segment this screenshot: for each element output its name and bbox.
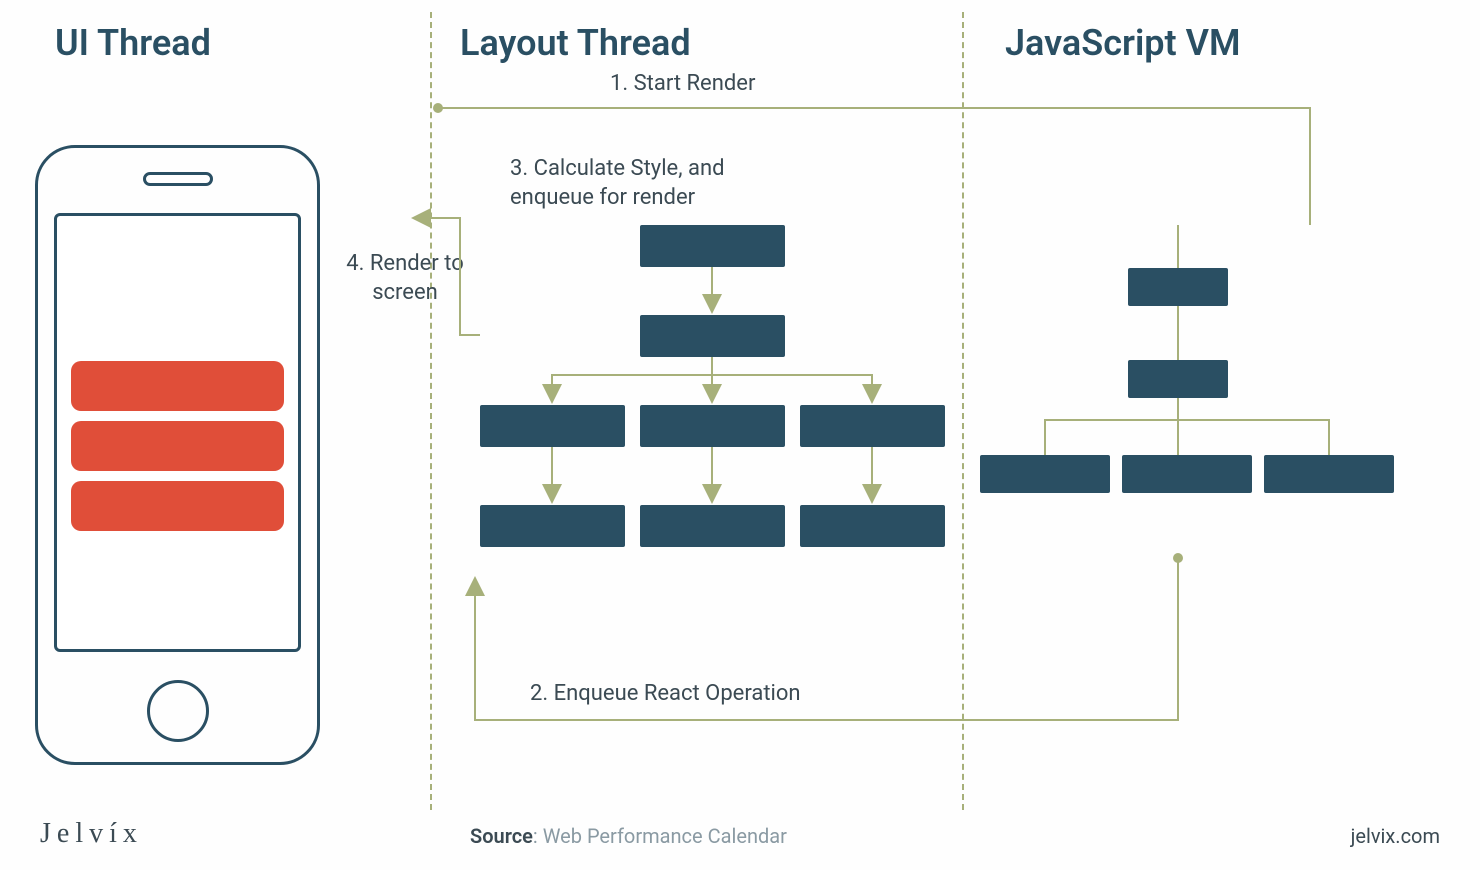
label-step-4-line1: 4. Render to — [346, 251, 464, 276]
ui-bar-3 — [71, 481, 284, 531]
label-step-4: 4. Render to screen — [330, 250, 480, 307]
phone-screen — [54, 213, 301, 652]
label-step-3: 3. Calculate Style, and enqueue for rend… — [510, 155, 725, 212]
jsvm-node-root — [1128, 268, 1228, 306]
label-step-3-line1: 3. Calculate Style, and — [510, 156, 725, 181]
layout-node-root — [640, 225, 785, 267]
heading-layout-thread: Layout Thread — [460, 22, 691, 64]
brand-logo: Jelvíx — [40, 818, 143, 850]
separator-right — [962, 12, 964, 810]
heading-js-vm: JavaScript VM — [1005, 22, 1240, 64]
source-value: Web Performance Calendar — [543, 824, 787, 848]
layout-node-level1 — [640, 315, 785, 357]
ui-bar-1 — [71, 361, 284, 411]
layout-node-l3-3 — [800, 505, 945, 547]
phone-home-button — [147, 680, 209, 742]
phone-speaker — [143, 172, 213, 186]
source-credit: Source: Web Performance Calendar — [470, 824, 787, 848]
label-step-3-line2: enqueue for render — [510, 185, 695, 210]
separator-left — [430, 12, 432, 810]
heading-ui-thread: UI Thread — [55, 22, 211, 64]
layout-node-l3-1 — [480, 505, 625, 547]
phone-device — [35, 145, 320, 765]
site-link: jelvix.com — [1351, 824, 1440, 848]
jsvm-node-l2-1 — [980, 455, 1110, 493]
jsvm-node-l2-3 — [1264, 455, 1394, 493]
layout-node-l2-3 — [800, 405, 945, 447]
jsvm-node-l2-2 — [1122, 455, 1252, 493]
label-step-4-line2: screen — [372, 280, 438, 305]
label-step-1: 1. Start Render — [610, 70, 755, 99]
layout-node-l3-2 — [640, 505, 785, 547]
source-label: Source — [470, 824, 533, 848]
jsvm-node-level1 — [1128, 360, 1228, 398]
layout-node-l2-1 — [480, 405, 625, 447]
ui-bar-2 — [71, 421, 284, 471]
layout-node-l2-2 — [640, 405, 785, 447]
label-step-2: 2. Enqueue React Operation — [530, 680, 801, 709]
